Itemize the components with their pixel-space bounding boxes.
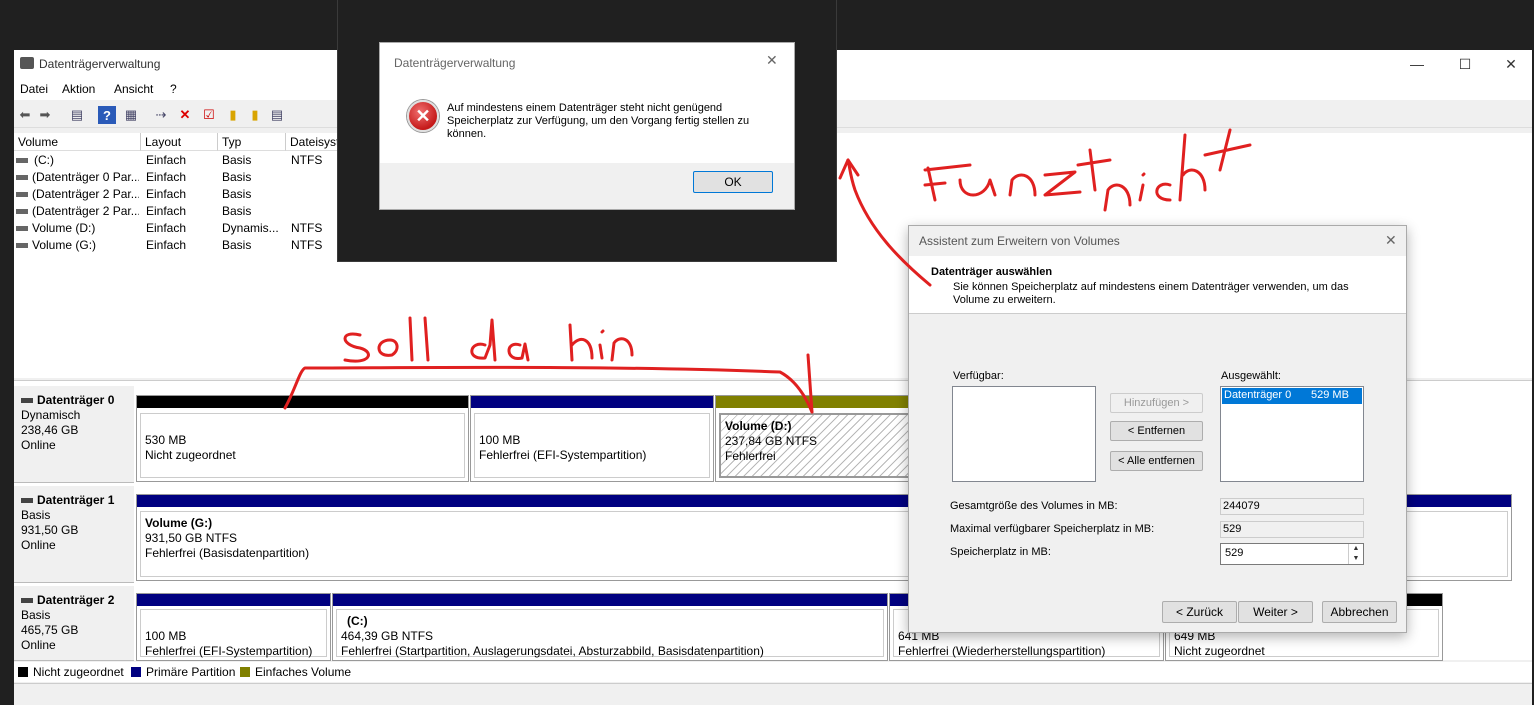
connect-icon[interactable]: ⇢ (152, 106, 170, 124)
error-dialog-title: Datenträgerverwaltung (394, 56, 516, 70)
ok-button[interactable]: OK (693, 171, 773, 193)
close-icon[interactable]: ✕ (766, 52, 778, 69)
menu-datei[interactable]: Datei (20, 82, 48, 96)
selected-label: Ausgewählt: (1221, 370, 1281, 382)
partition-volume-d[interactable]: Volume (D:) 237,84 GB NTFS Fehlerfrei (715, 395, 915, 482)
add-button[interactable]: Hinzufügen > (1110, 393, 1203, 413)
wizard-heading: Datenträger auswählen (931, 266, 1053, 278)
delete-icon[interactable]: ✕ (176, 106, 194, 124)
available-label: Verfügbar: (953, 370, 1004, 382)
maximize-icon[interactable]: ☐ (1442, 50, 1488, 78)
minimize-icon[interactable]: — (1394, 50, 1440, 78)
selected-list[interactable]: Datenträger 0 529 MB (1220, 386, 1364, 482)
properties-icon[interactable]: ▤ (68, 106, 86, 124)
drive-icon (16, 243, 28, 248)
back-arrow-icon[interactable]: ⬅ (16, 106, 34, 124)
max-space-field: 529 (1220, 521, 1364, 538)
list-item[interactable]: Datenträger 0 529 MB (1222, 388, 1362, 404)
close-icon[interactable]: ✕ (1385, 232, 1397, 249)
available-list[interactable] (952, 386, 1096, 482)
drive-icon (16, 175, 28, 180)
menu-aktion[interactable]: Aktion (62, 82, 95, 96)
space-input[interactable]: 529 (1220, 543, 1364, 565)
wizard-subheading: Sie können Speicherplatz auf mindestens … (953, 281, 1349, 306)
drive-icon (16, 158, 28, 163)
next-button[interactable]: Weiter > (1238, 601, 1313, 623)
partition-unallocated[interactable]: 530 MB Nicht zugeordnet (136, 395, 469, 482)
partition-efi[interactable]: 100 MB Fehlerfrei (EFI-Systempartition) (470, 395, 714, 482)
partition-efi-disk2[interactable]: 100 MB Fehlerfrei (EFI-Systempartition) (136, 593, 331, 661)
col-typ[interactable]: Typ (218, 133, 286, 151)
error-message: Auf mindestens einem Datenträger steht n… (447, 102, 750, 140)
folder-up-icon[interactable]: ▮ (224, 106, 242, 124)
drive-icon (16, 226, 28, 231)
forward-arrow-icon[interactable]: ➡ (36, 106, 54, 124)
error-dialog: Datenträgerverwaltung ✕ ✕ Auf mindestens… (379, 42, 795, 210)
disk-2-label[interactable]: Datenträger 2 Basis 465,75 GB Online (14, 586, 134, 661)
cancel-button[interactable]: Abbrechen (1322, 601, 1397, 623)
wizard-header: Datenträger auswählen Sie können Speiche… (909, 256, 1406, 314)
extend-volume-wizard: Assistent zum Erweitern von Volumes ✕ Da… (908, 225, 1407, 633)
list-icon[interactable]: ▤ (268, 106, 286, 124)
remove-all-button[interactable]: < Alle entfernen (1110, 451, 1203, 471)
menu-ansicht[interactable]: Ansicht (114, 82, 153, 96)
disk-icon (21, 598, 33, 604)
app-icon (20, 57, 34, 69)
legend-primary: Primäre Partition (131, 665, 235, 679)
col-layout[interactable]: Layout (141, 133, 218, 151)
view-icon[interactable]: ▦ (122, 106, 140, 124)
spinner-arrows-icon[interactable]: ▲ ▼ (1348, 544, 1363, 564)
wizard-title: Assistent zum Erweitern von Volumes (919, 234, 1120, 248)
col-volume[interactable]: Volume (14, 133, 141, 151)
disk-icon (21, 498, 33, 504)
remove-button[interactable]: < Entfernen (1110, 421, 1203, 441)
space-label: Speicherplatz in MB: (950, 546, 1051, 558)
search-folder-icon[interactable]: ▮ (246, 106, 264, 124)
window-title: Datenträgerverwaltung (39, 57, 161, 71)
legend-simple: Einfaches Volume (240, 665, 351, 679)
max-space-label: Maximal verfügbarer Speicherplatz in MB: (950, 523, 1155, 535)
drive-icon (16, 192, 28, 197)
disk-0-label[interactable]: Datenträger 0 Dynamisch 238,46 GB Online (14, 386, 134, 483)
disk-1-label[interactable]: Datenträger 1 Basis 931,50 GB Online (14, 486, 134, 583)
menu-help[interactable]: ? (170, 82, 177, 96)
checklist-icon[interactable]: ☑ (200, 106, 218, 124)
disk-icon (21, 398, 33, 404)
help-icon[interactable]: ? (98, 106, 116, 124)
status-bar (14, 683, 1532, 705)
back-button[interactable]: < Zurück (1162, 601, 1237, 623)
col-dateisystem[interactable]: Dateisyst (286, 133, 341, 151)
drive-icon (16, 209, 28, 214)
total-size-label: Gesamtgröße des Volumes in MB: (950, 500, 1118, 512)
legend-unallocated: Nicht zugeordnet (18, 665, 124, 679)
legend: Nicht zugeordnet Primäre Partition Einfa… (14, 662, 1532, 682)
total-size-field: 244079 (1220, 498, 1364, 515)
partition-c[interactable]: (C:) 464,39 GB NTFS Fehlerfrei (Startpar… (332, 593, 888, 661)
error-icon: ✕ (407, 100, 439, 132)
close-icon[interactable]: ✕ (1488, 50, 1534, 78)
